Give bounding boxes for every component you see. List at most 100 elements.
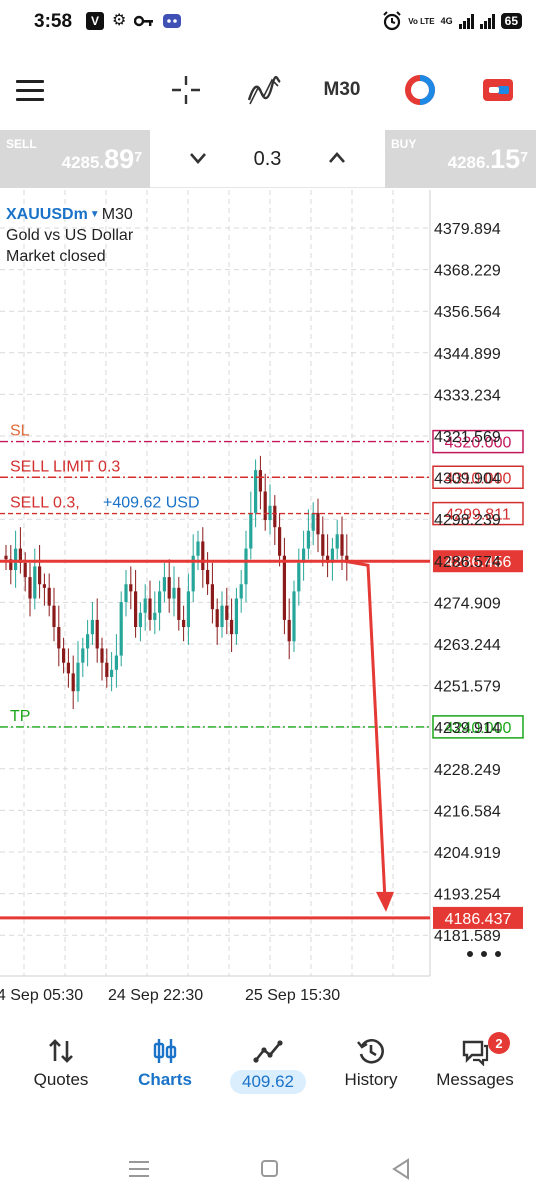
symbol-timeframe: M30	[101, 206, 133, 223]
timeframe-button[interactable]: M30	[316, 72, 368, 108]
candle-body	[292, 591, 296, 642]
symbol-info: XAUUSDm ▼ M30 Gold vs US Dollar Market clo…	[6, 204, 133, 267]
candle-body	[206, 569, 210, 585]
candle-body	[162, 577, 166, 592]
one-click-trade-panel: SELL 4285.897 0.3 BUY 4286.157	[0, 130, 536, 190]
candle-body	[52, 605, 56, 628]
candle-body	[258, 470, 262, 492]
time-tick-label: 24 Sep 05:30	[0, 987, 83, 1004]
candle-body	[124, 584, 128, 603]
price-tick-label: 4309.904	[434, 471, 501, 488]
network-type: 4G	[440, 16, 453, 26]
more-horizontal-icon	[467, 951, 473, 957]
caret-down-icon[interactable]: ▼	[90, 209, 100, 220]
messages-icon	[462, 1040, 489, 1066]
nav-trade-profit: 409.62	[230, 1070, 306, 1094]
chevron-up-icon[interactable]	[325, 146, 349, 170]
volume-control: 0.3	[150, 130, 385, 188]
candle-body	[138, 612, 142, 628]
chart-grid	[0, 190, 431, 977]
candle-body	[100, 648, 104, 663]
status-notification-icons: V ⚙	[86, 12, 182, 30]
status-bar: 3:58 V ⚙ Vo LTE 4G 65	[0, 0, 536, 46]
price-tick-label: 4204.919	[434, 845, 501, 862]
volume-value[interactable]: 0.3	[150, 148, 385, 171]
candle-body	[220, 605, 224, 628]
buy-button[interactable]: BUY 4286.157	[385, 130, 536, 188]
candle-body	[110, 669, 114, 677]
candle-body	[239, 584, 243, 599]
one-click-trading-icon[interactable]	[400, 72, 440, 108]
nav-history-label: History	[344, 1070, 398, 1089]
tp-label: TP	[10, 708, 30, 725]
candle-body	[254, 470, 258, 513]
nav-charts[interactable]: Charts	[113, 1026, 217, 1106]
quotes-icon	[49, 1039, 73, 1063]
history-icon	[357, 1039, 384, 1064]
candle-body	[134, 591, 138, 628]
time-axis: 24 Sep 05:30 24 Sep 22:30 25 Sep 15:30	[0, 987, 340, 1004]
candle-body	[76, 662, 80, 692]
discord-icon	[163, 14, 182, 28]
candle-body	[158, 591, 162, 613]
menu-icon[interactable]	[14, 72, 46, 108]
chart-toolbar: M30	[0, 60, 536, 120]
price-tick-label: 4321.569	[434, 429, 501, 446]
volte-indicator: Vo LTE	[408, 16, 435, 26]
chart-canvas[interactable]: 4320.0004310.0004299.8114286.4564240.000…	[0, 190, 536, 1010]
candle-body	[66, 662, 70, 674]
candle-body	[263, 491, 267, 521]
battery-icon: 65	[500, 13, 522, 29]
settings-gear-icon: ⚙	[112, 12, 127, 29]
candle-body	[153, 612, 157, 620]
signal-icon-2	[479, 13, 495, 29]
candle-body	[148, 598, 152, 620]
candle-body	[297, 562, 301, 592]
nav-quotes-label: Quotes	[33, 1070, 89, 1089]
price-tick-label: 4379.894	[434, 221, 501, 238]
nav-trade[interactable]: 409.62	[216, 1026, 320, 1106]
candle-body	[182, 619, 186, 628]
candle-body	[273, 505, 277, 528]
candle-body	[335, 534, 339, 549]
candle-body	[282, 555, 286, 620]
sell-button[interactable]: SELL 4285.897	[0, 130, 150, 188]
price-tick-label: 4216.584	[434, 803, 501, 820]
key-icon	[134, 15, 154, 27]
nav-charts-label: Charts	[138, 1070, 192, 1089]
buy-label: BUY	[391, 137, 417, 151]
home-icon[interactable]	[254, 1156, 284, 1182]
candle-body	[4, 555, 8, 560]
crosshair-icon[interactable]	[168, 72, 204, 108]
candle-body	[215, 609, 219, 628]
sl-label: SL	[10, 423, 30, 440]
candle-body	[114, 655, 118, 670]
nav-messages[interactable]: 2 Messages	[423, 1026, 527, 1106]
candle-body	[95, 619, 99, 649]
target-price-price-label: 4186.437	[445, 911, 512, 928]
candle-body	[249, 512, 253, 549]
drawn-arrow-line	[344, 559, 387, 900]
price-chart[interactable]: 4320.000 4310.000 4299.811 4286.456 4240.000…	[0, 190, 536, 1010]
chart-type-icon[interactable]	[478, 72, 518, 108]
candle-body	[71, 673, 75, 692]
nav-history[interactable]: History	[319, 1026, 423, 1106]
candle-body	[119, 602, 123, 656]
candle-body	[38, 566, 42, 585]
back-icon[interactable]	[386, 1156, 416, 1182]
status-time: 3:58	[34, 11, 73, 32]
indicators-icon[interactable]	[244, 72, 284, 108]
sell-position-profit: +409.62 USD	[103, 495, 200, 512]
drawn-arrow-head	[376, 891, 394, 912]
candle-body	[62, 648, 66, 663]
candle-body	[47, 587, 51, 606]
symbol-name[interactable]: XAUUSDm	[6, 206, 88, 223]
price-tick-label: 4263.244	[434, 637, 501, 654]
recents-icon[interactable]	[124, 1156, 154, 1182]
time-tick-label: 25 Sep 15:30	[245, 987, 340, 1004]
charts-icon	[153, 1039, 177, 1063]
candle-body	[196, 541, 200, 556]
market-status: Market closed	[6, 248, 106, 266]
candle-body	[105, 662, 109, 677]
nav-quotes[interactable]: Quotes	[9, 1026, 113, 1106]
